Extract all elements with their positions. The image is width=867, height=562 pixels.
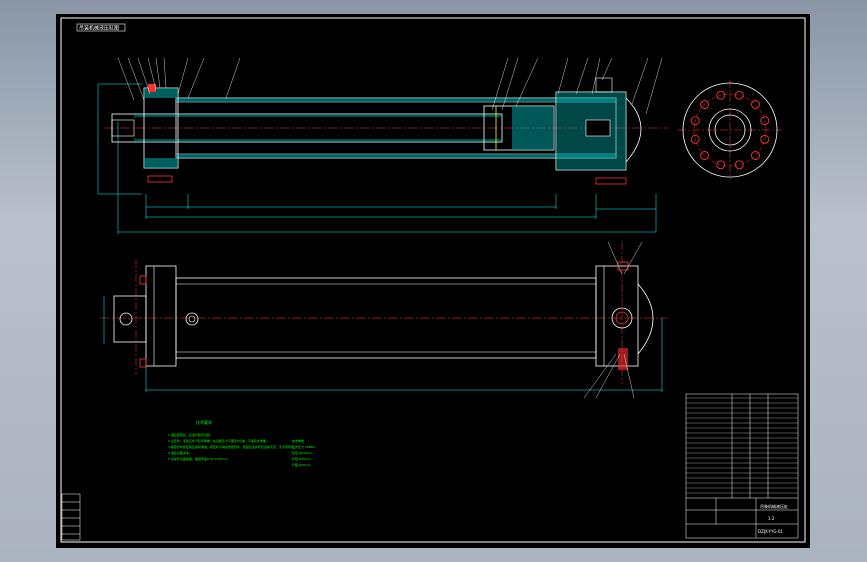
elevation-view: [100, 241, 668, 399]
section-view: [97, 57, 668, 234]
drawing-name: 吊装机械液压缸: [760, 503, 788, 509]
drawing-viewport[interactable]: 吊装机械液压缸图 技术要求 1.油缸装配后，应进行耐压试验。 2.试压时，活塞应…: [56, 14, 810, 548]
tech-line-3: 3.各密封件装配前应涂润滑油，装配时不得损伤密封件，装配后活塞杆应运动灵活，无卡…: [168, 444, 297, 449]
params-heading: 技术参数: [292, 438, 304, 443]
tech-line-5: 5.活塞杆表面镀铬，铬层厚度0.03-0.05mm。: [168, 456, 230, 461]
drawing-scale: 1:2: [768, 516, 775, 521]
param-4: 行程 800mm: [292, 462, 311, 467]
bolt-hole: [734, 160, 744, 170]
revision-stamp: [61, 493, 81, 541]
bolt-hole: [716, 160, 726, 170]
tech-heading: 技术要求: [196, 419, 212, 425]
param-1: 工作压力 16MPa: [292, 444, 315, 449]
bolt-hole: [734, 90, 744, 100]
param-3: 杆径 Φ70mm: [292, 456, 311, 461]
bolt-hole: [751, 151, 760, 160]
drawing-number: DZJX-YYG-01: [758, 529, 783, 534]
tech-line-2: 2.试压时，活塞应处于缸筒两端，在试验压力下保压5分钟，不得有外渗漏。: [168, 438, 269, 443]
title-block: [685, 393, 799, 539]
cad-drawing-sheet: 吊装机械液压缸图 技术要求 1.油缸装配后，应进行耐压试验。 2.试压时，活塞应…: [60, 17, 806, 543]
tech-line-1: 1.油缸装配后，应进行耐压试验。: [168, 432, 213, 437]
tech-line-4: 4.油缸表面涂漆。: [168, 450, 192, 455]
param-2: 缸径 Φ125mm: [292, 450, 313, 455]
title-tag: 吊装机械液压缸图: [79, 25, 119, 32]
tech-requirements: 技术要求 1.油缸装配后，应进行耐压试验。 2.试压时，活塞应处于缸筒两端，在试…: [168, 419, 315, 467]
bolt-hole: [751, 100, 760, 109]
end-view-flange: [678, 80, 782, 180]
rod-clevis: [113, 295, 147, 343]
